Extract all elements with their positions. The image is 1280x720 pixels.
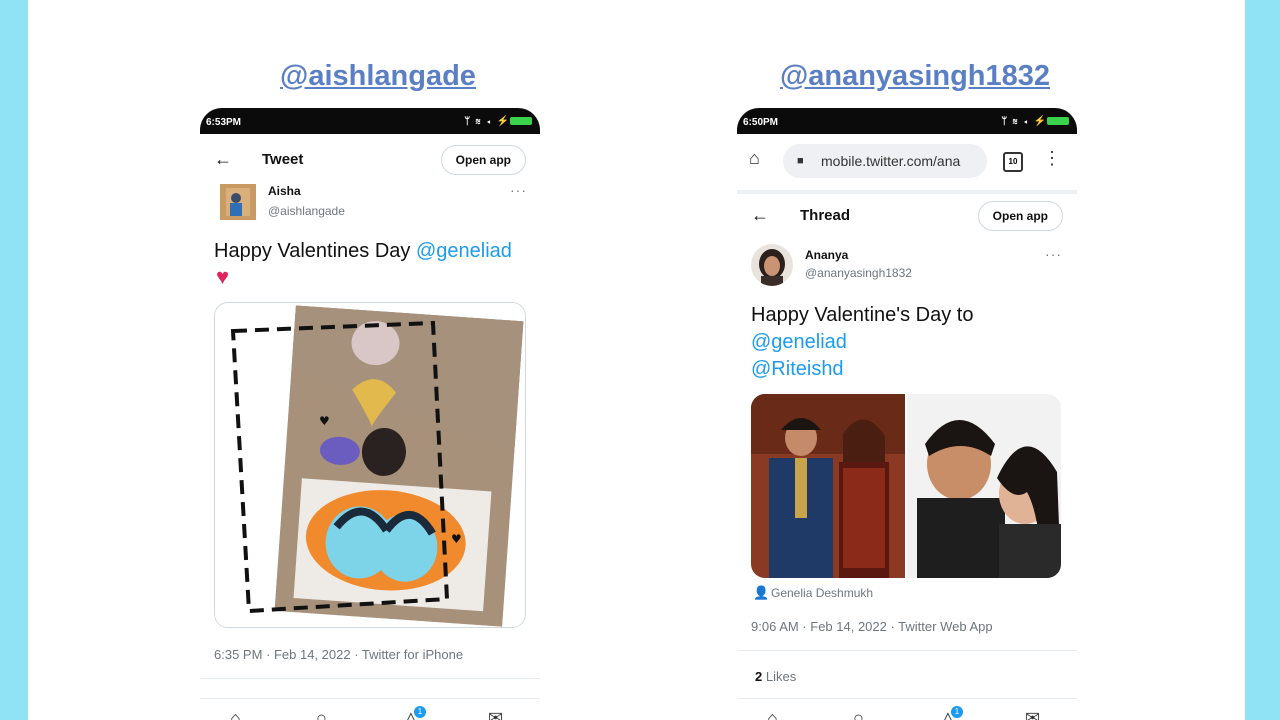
battery-icon: [1047, 117, 1069, 126]
back-arrow-icon[interactable]: ←: [214, 149, 232, 170]
notification-badge: 1: [951, 706, 963, 718]
bottom-nav: ⌂ ○ △ 1 ✉: [737, 706, 1077, 720]
tweet-body: Happy Valentine's Day to: [751, 304, 974, 326]
divider: [200, 698, 540, 699]
browser-toolbar: ⌂ ■ mobile.twitter.com/ana 10 ⋮: [737, 134, 1077, 194]
tweet-image[interactable]: ♥ ♥: [214, 302, 526, 628]
left-phone-screenshot: 6:53PM ᛘ ≋ ◂ ⚡ ← Tweet Open app Aisha @a…: [200, 108, 540, 720]
author-name[interactable]: Ananya: [805, 248, 848, 262]
tweet-image[interactable]: [751, 394, 905, 578]
lock-icon: ■: [797, 155, 804, 167]
status-icons: ᛘ ≋ ◂ ⚡: [464, 116, 532, 127]
mention-link[interactable]: @geneliad: [751, 329, 1071, 356]
bottom-nav: ⌂ ○ △ 1 ✉: [200, 706, 540, 720]
notification-badge: 1: [414, 706, 426, 718]
search-icon[interactable]: ○: [853, 708, 864, 720]
likes-number: 2: [755, 669, 763, 684]
address-bar[interactable]: ■ mobile.twitter.com/ana: [783, 144, 987, 178]
likes-count[interactable]: 2 Likes: [755, 669, 796, 684]
page-title: Tweet: [262, 151, 304, 168]
tweet-image-grid: [751, 394, 1061, 578]
page-title: Thread: [800, 207, 851, 224]
status-icons: ᛘ ≋ ◂ ⚡: [1001, 116, 1069, 127]
status-bar: 6:53PM ᛘ ≋ ◂ ⚡: [200, 108, 540, 134]
status-bar: 6:50PM ᛘ ≋ ◂ ⚡: [737, 108, 1077, 134]
home-icon[interactable]: ⌂: [767, 708, 778, 720]
mention-link[interactable]: @geneliad: [416, 240, 512, 262]
divider: [200, 678, 540, 679]
likes-label: Likes: [765, 669, 797, 684]
author-handle[interactable]: @ananyasingh1832: [805, 266, 912, 280]
author-name[interactable]: Aisha: [268, 184, 301, 198]
right-phone-screenshot: 6:50PM ᛘ ≋ ◂ ⚡ ⌂ ■ mobile.twitter.com/an…: [737, 108, 1077, 720]
more-options-icon[interactable]: ···: [510, 182, 527, 198]
tagged-person[interactable]: Genelia Deshmukh: [771, 586, 873, 600]
author-handle[interactable]: @aishlangade: [268, 204, 345, 218]
messages-icon[interactable]: ✉: [1025, 708, 1040, 720]
person-icon: 👤: [753, 585, 770, 600]
tweet-header: ← Tweet Open app: [200, 140, 540, 180]
left-handle-link[interactable]: @aishlangade: [208, 60, 548, 93]
open-app-button[interactable]: Open app: [440, 145, 526, 175]
tweet-text: Happy Valentine's Day to @geneliad @Rite…: [751, 302, 1071, 383]
back-arrow-icon[interactable]: ←: [751, 205, 769, 226]
mention-link[interactable]: @Riteishd: [751, 356, 1071, 383]
divider: [737, 650, 1077, 651]
avatar[interactable]: [751, 244, 793, 286]
search-icon[interactable]: ○: [316, 708, 327, 720]
more-options-icon[interactable]: ···: [1045, 246, 1062, 262]
tweet-timestamp[interactable]: 9:06 AM · Feb 14, 2022 · Twitter Web App: [751, 619, 993, 634]
tweet-text: Happy Valentines Day @geneliad: [214, 238, 534, 265]
messages-icon[interactable]: ✉: [488, 708, 503, 720]
home-icon[interactable]: ⌂: [749, 148, 760, 169]
status-time: 6:53PM: [206, 117, 242, 128]
home-icon[interactable]: ⌂: [230, 708, 241, 720]
thread-header: ← Thread Open app: [737, 196, 1077, 236]
divider: [737, 698, 1077, 699]
tweet-body: Happy Valentines Day: [214, 240, 411, 262]
status-time: 6:50PM: [743, 117, 779, 128]
url-text: mobile.twitter.com/ana: [821, 153, 961, 169]
battery-icon: [510, 117, 532, 126]
svg-text:♥: ♥: [451, 532, 462, 546]
heart-emoji: ♥: [216, 264, 230, 289]
tweet-image[interactable]: [907, 394, 1061, 578]
browser-menu-icon[interactable]: ⋮: [1043, 148, 1061, 169]
right-handle-link[interactable]: @ananyasingh1832: [745, 60, 1085, 93]
open-app-button[interactable]: Open app: [977, 201, 1063, 231]
tweet-timestamp[interactable]: 6:35 PM · Feb 14, 2022 · Twitter for iPh…: [214, 647, 463, 662]
tabs-count-icon[interactable]: 10: [1003, 152, 1023, 172]
svg-text:♥: ♥: [319, 414, 330, 428]
avatar[interactable]: [220, 184, 256, 220]
